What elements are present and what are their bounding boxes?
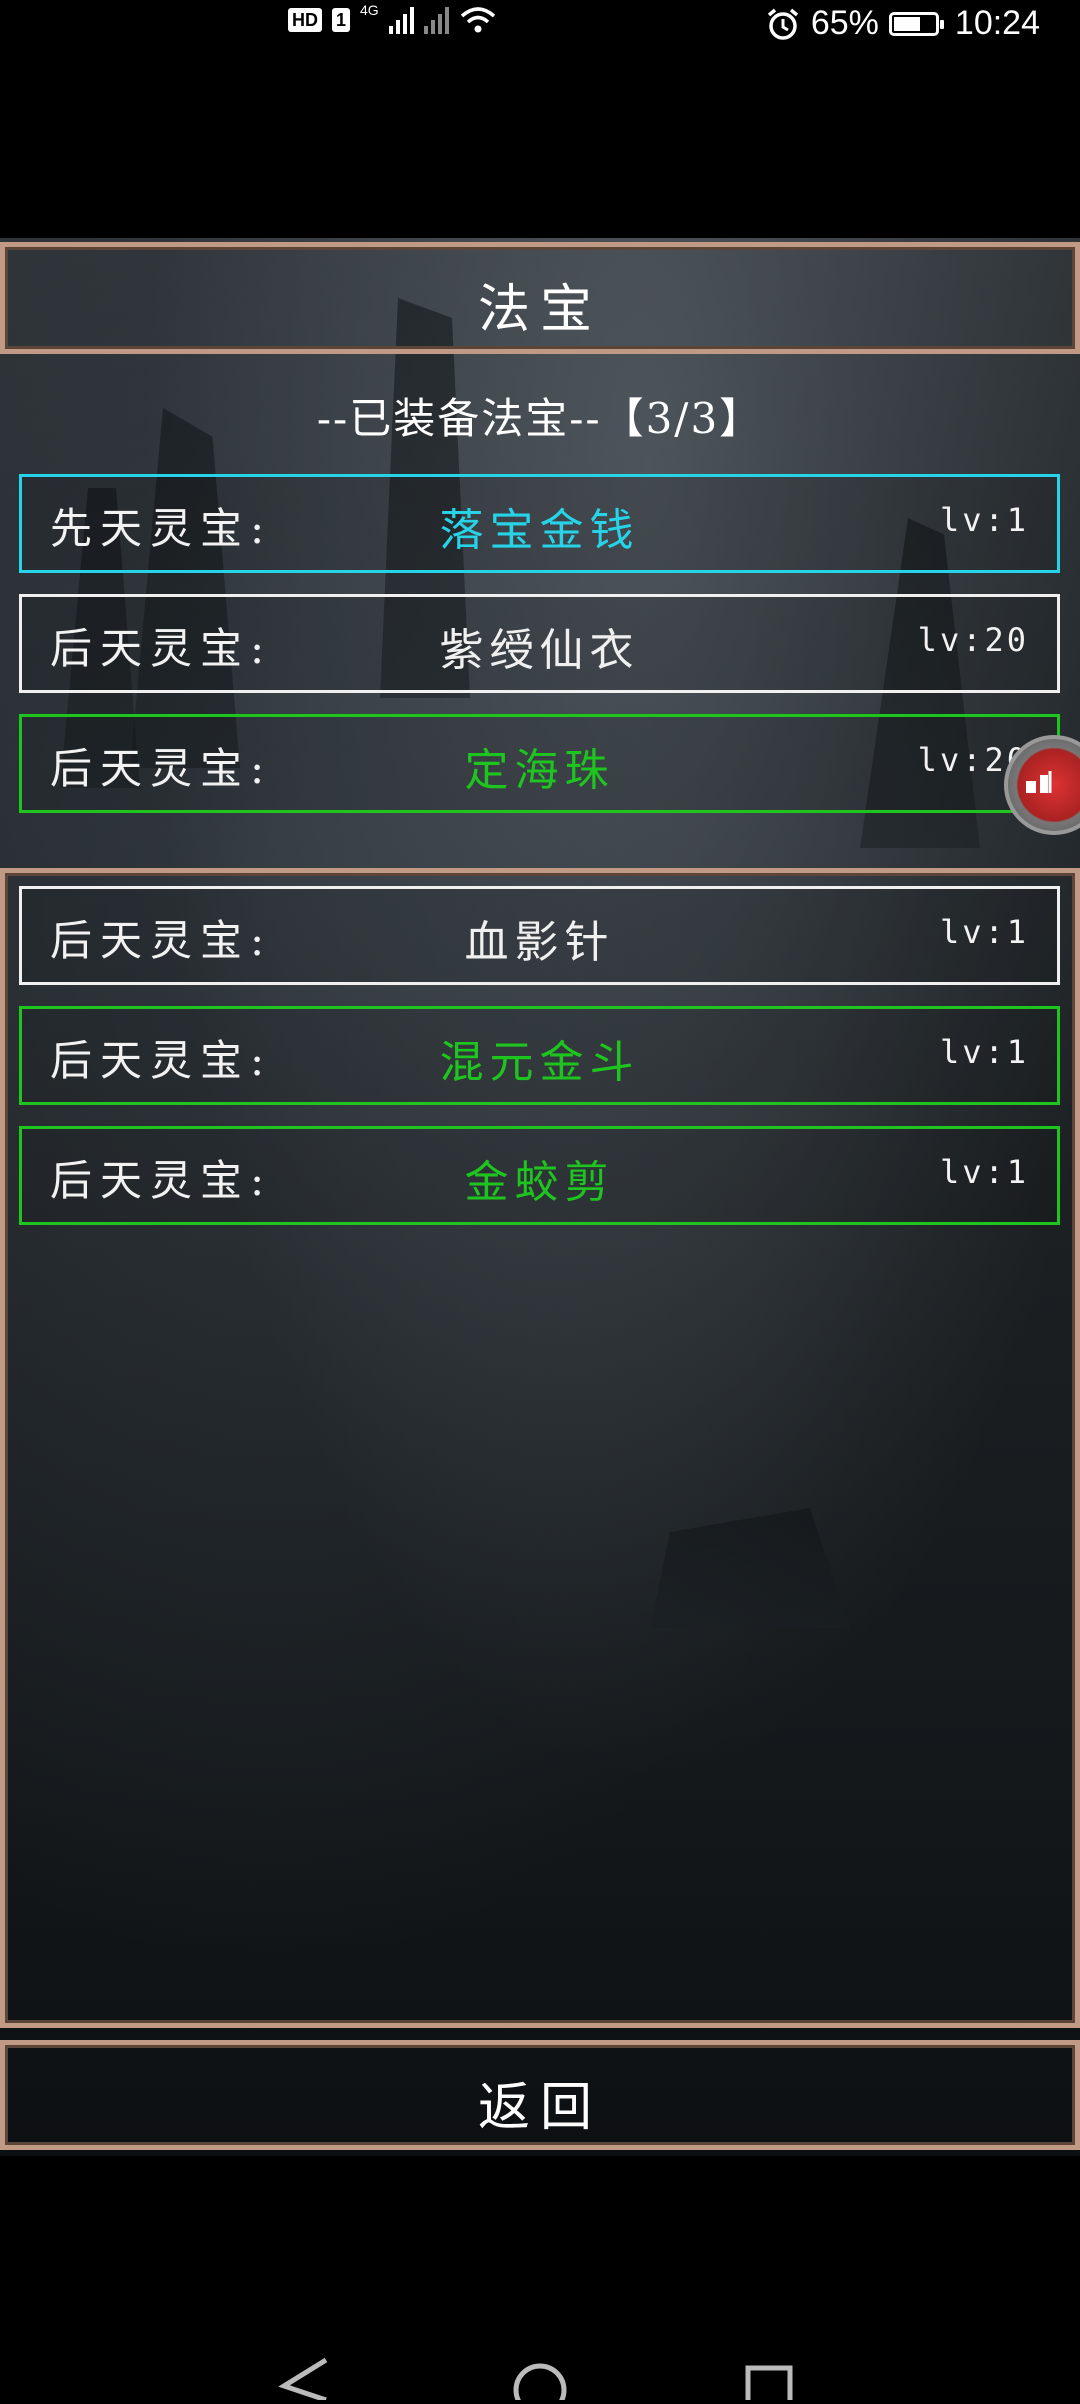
nav-home-icon[interactable] (513, 2363, 567, 2404)
back-button[interactable]: 返回 (0, 2040, 1080, 2150)
back-button-label: 返回 (477, 2078, 602, 2138)
slot-name: 落宝金钱 (439, 505, 640, 556)
slot-name: 混元金斗 (439, 1037, 640, 1088)
slot-level: lv:1 (939, 1033, 1029, 1071)
slot-name: 血影针 (464, 917, 615, 968)
network-type: 4G (360, 2, 379, 18)
slot-level: lv:1 (939, 913, 1029, 951)
clock: 10:24 (954, 4, 1040, 42)
slot-name: 定海珠 (464, 745, 615, 796)
status-bar: HD 1 4G 65% 10:24 (0, 0, 1080, 52)
inventory-slot[interactable]: 后天灵宝: 金蛟剪 lv:1 (19, 1126, 1060, 1225)
inventory-slot[interactable]: 后天灵宝: 混元金斗 lv:1 (19, 1006, 1060, 1105)
equipped-slot[interactable]: 后天灵宝: 定海珠 lv:20 (19, 714, 1060, 813)
slot-name: 紫绶仙衣 (439, 625, 640, 676)
signal-sim2-icon (423, 6, 449, 34)
status-right-icons: 65% 10:24 (765, 4, 1040, 43)
slot-level: lv:20 (917, 621, 1029, 659)
equipped-slot[interactable]: 先天灵宝: 落宝金钱 lv:1 (19, 474, 1060, 573)
nav-recents-icon[interactable] (745, 2365, 793, 2404)
slot-level: lv:1 (939, 1153, 1029, 1191)
slot-name: 金蛟剪 (464, 1157, 615, 1208)
title-bar: 法宝 (0, 242, 1080, 354)
slot-level: lv:1 (939, 501, 1029, 539)
system-nav-bar (0, 2340, 1080, 2404)
battery-percent: 65% (810, 4, 879, 42)
battery-icon (888, 11, 944, 36)
alarm-icon (767, 8, 798, 40)
dialog-title: 法宝 (477, 280, 602, 340)
status-left-icons: HD 1 4G (288, 2, 497, 34)
game-scene: 法宝 --已装备法宝--【3/3】 先天灵宝: 落宝金钱 lv:1 后天灵宝: … (0, 238, 1080, 2156)
inventory-slot[interactable]: 后天灵宝: 血影针 lv:1 (19, 886, 1060, 985)
wifi-icon (460, 7, 495, 33)
sim-badge: 1 (332, 8, 351, 32)
signal-icon (388, 6, 414, 34)
hd-badge: HD (288, 8, 322, 32)
floating-assist-icon (1022, 767, 1062, 803)
equipped-header: --已装备法宝--【3/3】 (316, 394, 764, 443)
equipped-slot[interactable]: 后天灵宝: 紫绶仙衣 lv:20 (19, 594, 1060, 693)
nav-back-icon[interactable] (278, 2357, 328, 2403)
